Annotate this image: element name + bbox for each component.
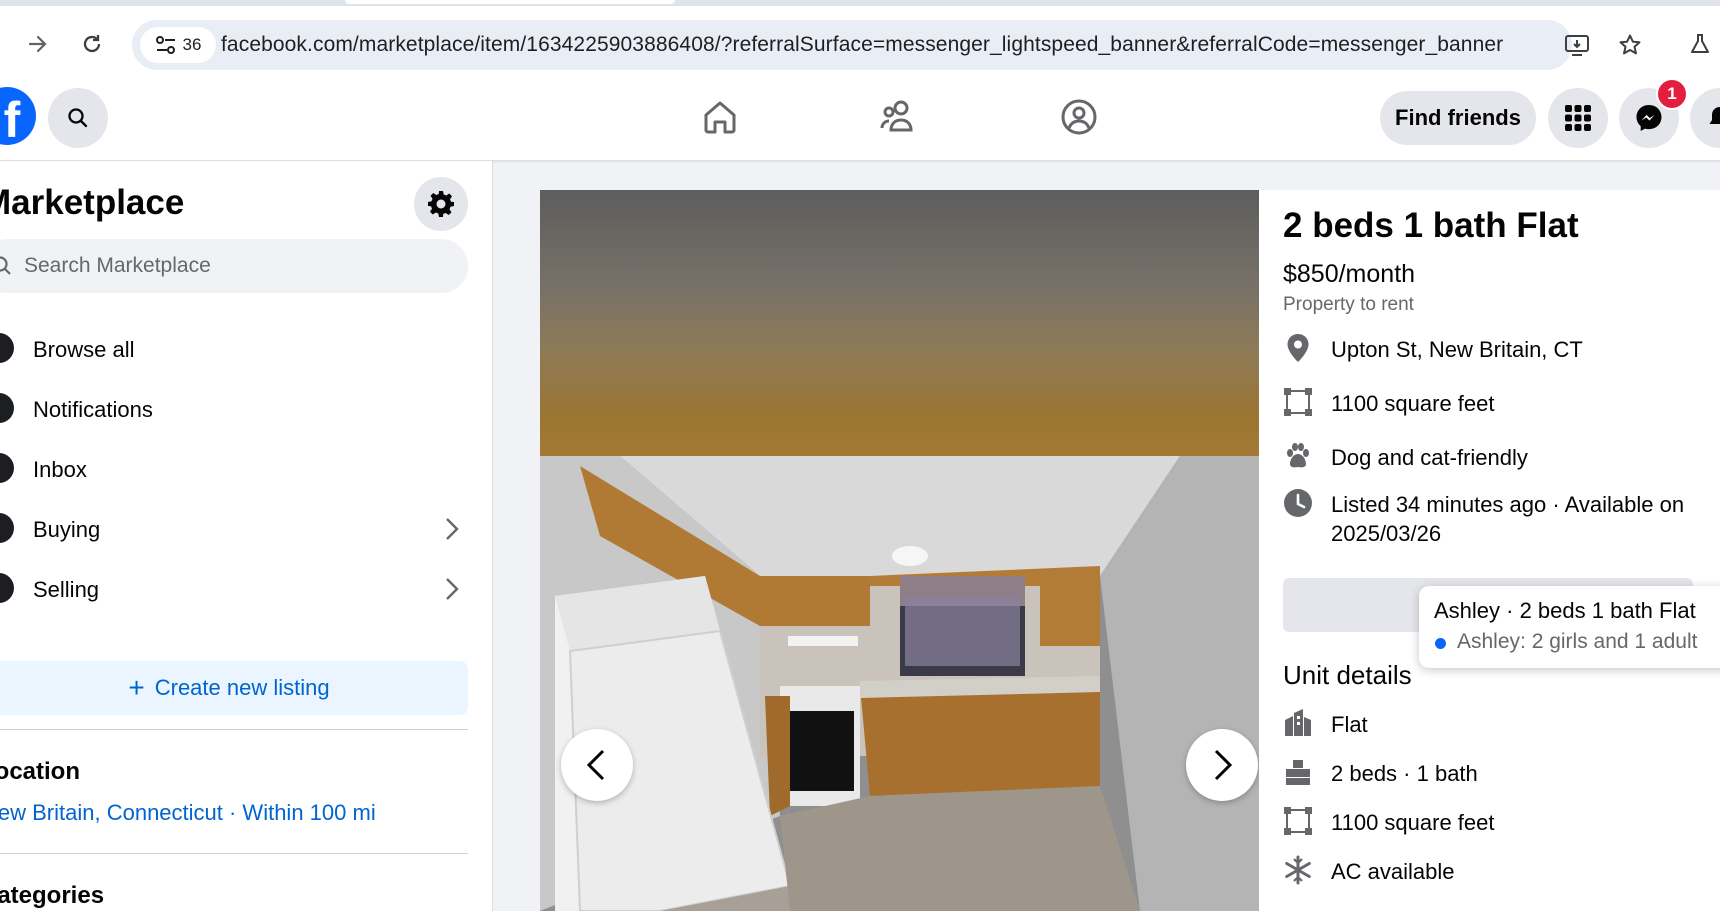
- divider: [0, 853, 468, 854]
- previous-photo-button[interactable]: [561, 729, 633, 801]
- search-placeholder: Search Marketplace: [24, 254, 211, 277]
- size-text: 1100 square feet: [1331, 391, 1495, 416]
- address-bar[interactable]: 36 facebook.com/marketplace/item/1634225…: [132, 20, 1641, 70]
- tag-icon: [0, 573, 14, 603]
- area-icon: [1283, 806, 1313, 836]
- search-icon: [0, 256, 11, 275]
- unit-details-heading: Unit details: [1283, 660, 1412, 690]
- forward-icon[interactable]: [20, 26, 56, 62]
- location-pin-icon: [1283, 333, 1313, 363]
- labs-flask-icon[interactable]: [1682, 26, 1718, 62]
- kitchen-photo: [540, 456, 1259, 911]
- plus-icon: +: [128, 672, 145, 703]
- building-icon: [1283, 708, 1313, 738]
- bookmark-star-icon[interactable]: [1618, 33, 1642, 62]
- location-link[interactable]: New Britain, Connecticut · Within 100 mi: [0, 800, 376, 826]
- categories-heading: Categories: [0, 882, 105, 909]
- notifications-bell-icon[interactable]: [1690, 88, 1720, 148]
- browser-toolbar: 36 facebook.com/marketplace/item/1634225…: [0, 6, 1720, 74]
- facebook-header: f Find friends: [0, 74, 1720, 161]
- friends-icon[interactable]: [876, 98, 922, 136]
- sidebar-item-notifications[interactable]: Notifications: [0, 381, 490, 441]
- search-icon[interactable]: [48, 88, 108, 148]
- sidebar-item-label: Selling: [33, 577, 100, 602]
- popup-title: Ashley · 2 beds 1 bath Flat: [1434, 598, 1696, 623]
- site-info-count: 36: [182, 35, 202, 54]
- listing-type: Property to rent: [1283, 294, 1414, 315]
- listing-price: $850/month: [1283, 260, 1416, 288]
- bell-icon: [0, 393, 14, 423]
- url-text[interactable]: facebook.com/marketplace/item/1634225903…: [221, 33, 1503, 57]
- sidebar-item-label: Browse all: [33, 337, 135, 362]
- unit-detail-text: AC available: [1331, 859, 1455, 884]
- tune-icon: [155, 36, 175, 54]
- messenger-unread-badge: 1: [1656, 78, 1688, 110]
- facebook-logo-icon[interactable]: f: [0, 87, 36, 145]
- sidebar-title: Marketplace: [0, 183, 185, 222]
- sidebar-item-label: Notifications: [33, 397, 153, 422]
- reload-icon[interactable]: [74, 26, 110, 62]
- chevron-right-icon: [444, 575, 460, 608]
- browser-tab[interactable]: [345, 0, 675, 4]
- bed-icon: [1283, 757, 1313, 787]
- inbox-icon: [0, 453, 14, 483]
- location-heading: Location: [0, 758, 80, 785]
- area-icon: [1283, 387, 1313, 417]
- chevron-right-icon: [444, 515, 460, 548]
- unit-detail-text: 1100 square feet: [1331, 810, 1495, 835]
- next-photo-button[interactable]: [1186, 729, 1258, 801]
- chevron-right-icon: [1214, 749, 1233, 781]
- clock-icon: [1283, 488, 1313, 518]
- storefront-icon: [0, 333, 14, 363]
- unit-detail-text: 2 beds · 1 bath: [1331, 761, 1478, 786]
- create-listing-label: Create new listing: [154, 675, 330, 700]
- listing-photo[interactable]: [540, 190, 1259, 911]
- popup-message: Ashley: 2 girls and 1 adult: [1457, 630, 1698, 653]
- sidebar-item-label: Inbox: [33, 457, 87, 482]
- address-text: Upton St, New Britain, CT: [1331, 337, 1583, 362]
- pets-text: Dog and cat-friendly: [1331, 445, 1528, 470]
- sidebar-item-selling[interactable]: Selling: [0, 561, 490, 621]
- search-marketplace-input[interactable]: Search Marketplace: [0, 239, 468, 293]
- listing-details-panel: 2 beds 1 bath Flat $850/month Property t…: [1259, 190, 1720, 911]
- chat-notification-popup[interactable]: Ashley · 2 beds 1 bath Flat Ashley: 2 gi…: [1419, 586, 1720, 668]
- sidebar-item-inbox[interactable]: Inbox: [0, 441, 490, 501]
- site-info-button[interactable]: 36: [140, 27, 216, 63]
- menu-grid-icon[interactable]: [1548, 88, 1608, 148]
- home-icon[interactable]: [697, 98, 743, 136]
- unit-detail-text: Flat: [1331, 712, 1368, 737]
- unread-dot-icon: [1435, 638, 1446, 649]
- marketplace-sidebar: Marketplace Search Marketplace Browse al…: [0, 161, 493, 911]
- snowflake-icon: [1283, 855, 1313, 885]
- sidebar-item-label: Buying: [33, 517, 101, 542]
- divider: [0, 729, 468, 730]
- groups-icon[interactable]: [1056, 98, 1102, 136]
- paw-icon: [1283, 441, 1313, 471]
- create-new-listing-button[interactable]: + Create new listing: [0, 661, 468, 715]
- find-friends-button[interactable]: Find friends: [1380, 91, 1536, 145]
- shopping-bag-icon: [0, 513, 14, 543]
- sidebar-item-buying[interactable]: Buying: [0, 501, 490, 561]
- listing-title: 2 beds 1 bath Flat: [1283, 206, 1579, 245]
- listed-text: Listed 34 minutes ago · Available on 202…: [1331, 492, 1685, 546]
- photo-blur-backdrop: [540, 190, 1259, 456]
- install-app-icon[interactable]: [1564, 33, 1590, 62]
- settings-gear-icon[interactable]: [414, 177, 468, 231]
- chevron-left-icon: [586, 749, 605, 781]
- sidebar-item-browse-all[interactable]: Browse all: [0, 321, 490, 381]
